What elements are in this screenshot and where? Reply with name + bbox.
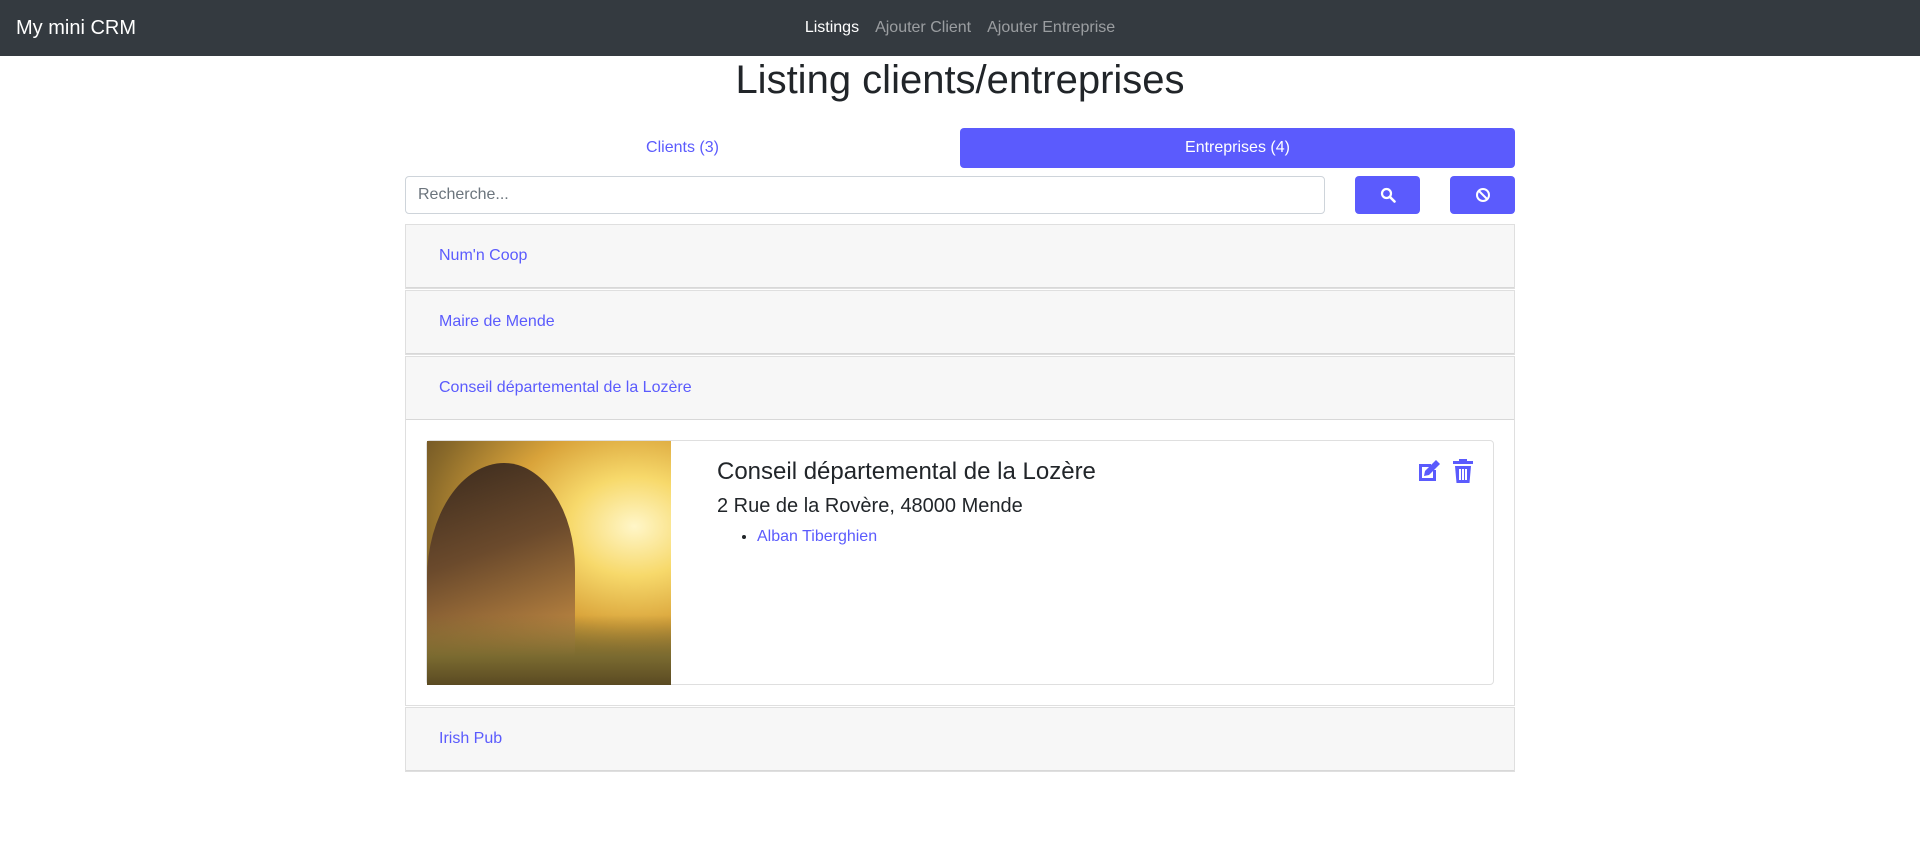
list-item: Conseil départemental de la Lozère Conse… bbox=[405, 356, 1515, 706]
entreprise-card: Conseil départemental de la Lozère 2 Rue… bbox=[426, 440, 1494, 685]
list-item: Num'n Coop bbox=[405, 224, 1515, 289]
entreprises-accordion: Num'n Coop Maire de Mende Conseil départ… bbox=[405, 224, 1515, 772]
ban-icon bbox=[1475, 188, 1490, 202]
accordion-body: Conseil départemental de la Lozère 2 Rue… bbox=[406, 420, 1514, 705]
accordion-header[interactable]: Conseil départemental de la Lozère bbox=[406, 357, 1514, 420]
card-actions bbox=[1415, 457, 1477, 485]
search-icon bbox=[1380, 187, 1396, 203]
card-address: 2 Rue de la Rovère, 48000 Mende bbox=[717, 495, 1023, 517]
page-title: Listing clients/entreprises bbox=[735, 58, 1185, 102]
card-title: Conseil départemental de la Lozère bbox=[717, 458, 1096, 485]
search-button[interactable] bbox=[1355, 176, 1420, 214]
main-container: Clients (3) Entreprises (4) Num'n Coop M… bbox=[405, 128, 1515, 773]
accordion-header[interactable]: Maire de Mende bbox=[406, 291, 1514, 354]
navbar: My mini CRM Listings Ajouter Client Ajou… bbox=[0, 0, 1920, 56]
nav-links: Listings Ajouter Client Ajouter Entrepri… bbox=[0, 0, 1920, 56]
contact-link[interactable]: Alban Tiberghien bbox=[757, 528, 877, 545]
list-item: Maire de Mende bbox=[405, 290, 1515, 355]
trash-icon[interactable] bbox=[1449, 457, 1477, 485]
nav-link-ajouter-client[interactable]: Ajouter Client bbox=[875, 19, 971, 37]
entreprise-photo bbox=[427, 441, 671, 685]
search-row bbox=[405, 176, 1515, 224]
accordion-header[interactable]: Num'n Coop bbox=[406, 225, 1514, 288]
list-item: Irish Pub bbox=[405, 707, 1515, 772]
reset-button[interactable] bbox=[1450, 176, 1515, 214]
tab-entreprises[interactable]: Entreprises (4) bbox=[960, 128, 1515, 168]
list-item: Alban Tiberghien bbox=[757, 526, 1447, 548]
card-body: Conseil départemental de la Lozère 2 Rue… bbox=[671, 441, 1493, 684]
accordion-header[interactable]: Irish Pub bbox=[406, 708, 1514, 771]
nav-link-listings[interactable]: Listings bbox=[805, 19, 859, 37]
nav-link-ajouter-entreprise[interactable]: Ajouter Entreprise bbox=[987, 19, 1115, 37]
tab-clients[interactable]: Clients (3) bbox=[405, 128, 960, 168]
contact-list: Alban Tiberghien bbox=[717, 526, 1447, 548]
search-input[interactable] bbox=[405, 176, 1325, 214]
tabs: Clients (3) Entreprises (4) bbox=[405, 128, 1515, 168]
edit-icon[interactable] bbox=[1415, 457, 1443, 485]
